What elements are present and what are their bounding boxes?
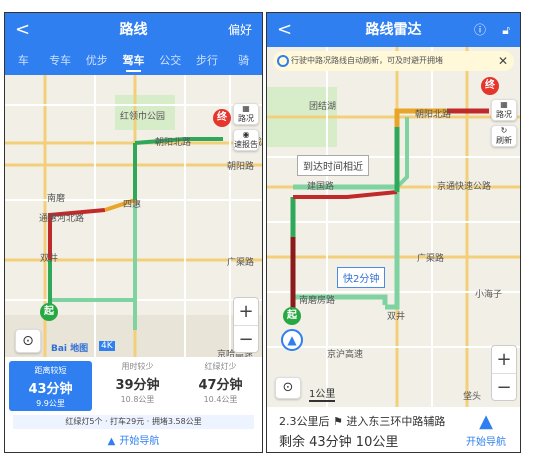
map-label-chaoyang-north: 朝阳北路	[415, 110, 452, 120]
route-option-shortest[interactable]: 距离较短 43分钟 9.9公里	[9, 361, 92, 411]
tab-drive[interactable]: 驾车	[115, 47, 152, 75]
map-label-guangqu: 广渠路	[417, 254, 445, 264]
refresh-icon: ↻	[500, 126, 508, 135]
traffic-toggle[interactable]: ▦ 路况	[233, 103, 259, 125]
locate-icon: ⊙	[282, 380, 294, 395]
report-icon: ◉	[242, 130, 250, 139]
header-bar: < 路线 偏好	[5, 13, 262, 47]
tab-bike[interactable]: 骑	[225, 47, 262, 75]
locate-icon: ⊙	[22, 333, 34, 349]
next-turn-distance: 2.3公里后	[279, 415, 330, 428]
map-label-shuangjing: 双井	[387, 312, 406, 322]
route-time: 43分钟	[28, 382, 73, 397]
navigation-arrow-icon: ▲	[107, 436, 116, 447]
route-time: 47分钟	[198, 378, 243, 393]
traffic-label: 路况	[238, 114, 254, 123]
zoom-control: + −	[233, 297, 259, 353]
map-label-sihui: 四惠	[123, 200, 142, 210]
tab-transit[interactable]: 公交	[152, 47, 189, 75]
next-maneuver: 2.3公里后 ⚑ 进入东三环中路辅路	[279, 413, 445, 429]
map-label-park: 红领巾公园	[120, 112, 166, 122]
map-label-jingtong: 京通快速公路	[437, 182, 492, 192]
baidu-logo: Bai 地图	[51, 344, 89, 354]
map-label-tonghui: 通惠河北路	[39, 214, 85, 224]
route-tag: 红绿灯少	[204, 362, 237, 371]
auto-refresh-banner: 行驶中路况路线自动刷新，可及时避开拥堵 ✕	[273, 51, 514, 71]
map-scale: 1公里	[309, 385, 336, 402]
header-bar: < 路线雷达 ⓘ 🔓︎	[267, 13, 520, 47]
traffic-icon: ▦	[500, 100, 508, 109]
zoom-out-button[interactable]: −	[234, 326, 258, 354]
traffic-toggle[interactable]: ▦ 路况	[491, 99, 517, 121]
close-icon[interactable]: ✕	[498, 51, 508, 71]
transport-tabs: 车 专车 优步 驾车 公交 步行 骑	[5, 47, 262, 75]
route-option-fewest-lights[interactable]: 红绿灯少 47分钟 10.4公里	[179, 357, 262, 415]
navigation-arrow-icon: ▲	[479, 411, 493, 432]
map-label-nanmo: 南磨	[47, 194, 66, 204]
radar-icon	[277, 55, 289, 67]
report-button[interactable]: ◉ 速报告	[233, 129, 259, 151]
start-pin: 起	[283, 307, 301, 325]
route-tag: 用时较少	[121, 362, 154, 371]
route-time: 39分钟	[115, 378, 160, 393]
route-planner-screen: < 路线 偏好 车 专车 优步 驾车 公交 步行 骑 红领巾公园 朝阳北路 朝阳…	[4, 12, 263, 453]
route-distance: 10.4公里	[203, 395, 238, 404]
map-label-jianguo: 建国路	[307, 182, 335, 192]
start-pin: 起	[40, 303, 58, 321]
map-canvas	[267, 47, 520, 407]
map-label-tuanjiehu: 团结湖	[309, 102, 337, 112]
start-navigation-label: 开始导航	[466, 437, 506, 448]
map-label-chaoyang-north: 朝阳北路	[155, 138, 192, 148]
similar-arrival-callout[interactable]: 到达时间相近	[297, 155, 369, 176]
lock-icon[interactable]: 🔓︎	[502, 13, 510, 47]
start-navigation-label: 开始导航	[119, 436, 160, 447]
map-label-wangqiu: 垡头	[463, 392, 482, 402]
route-options: 距离较短 43分钟 9.9公里 用时较少 39分钟 10.8公里 红绿灯少 47…	[5, 357, 262, 415]
zoom-in-button[interactable]: +	[234, 298, 258, 326]
4k-badge: 4K	[99, 341, 115, 351]
route-option-fastest[interactable]: 用时较少 39分钟 10.8公里	[96, 357, 179, 415]
end-pin: 终	[481, 77, 499, 95]
radar-map[interactable]: 团结湖 朝阳北路 建国路 京通快速公路 广渠路 南磨房路 小海子 双井 垡头 京…	[267, 47, 520, 407]
tab-walk[interactable]: 步行	[189, 47, 226, 75]
preferences-button[interactable]: 偏好	[228, 13, 252, 47]
start-navigation-button[interactable]: ▲ 开始导航	[5, 431, 262, 452]
zoom-in-button[interactable]: +	[492, 346, 516, 374]
locate-button[interactable]: ⊙	[15, 329, 41, 353]
locate-button[interactable]: ⊙	[275, 377, 301, 399]
route-tag: 距离较短	[34, 366, 67, 375]
zoom-out-button[interactable]: −	[492, 374, 516, 402]
help-icon[interactable]: ⓘ	[474, 13, 486, 47]
map-label-chaoyang: 朝阳路	[227, 162, 255, 172]
guidance-panel: 2.3公里后 ⚑ 进入东三环中路辅路 剩余 43分钟 10公里 ▲ 开始导航	[267, 407, 520, 452]
route-radar-screen: < 路线雷达 ⓘ 🔓︎ 团结湖 朝阳北路 建国路 京通快速公路 广渠路 南磨房路…	[266, 12, 521, 453]
tab-car[interactable]: 车	[5, 47, 42, 75]
refresh-button[interactable]: ↻ 刷新	[491, 125, 517, 147]
map-label-nanmo: 南磨房路	[299, 296, 336, 306]
traffic-icon: ▦	[242, 104, 250, 113]
next-road-name: 进入东三环中路辅路	[346, 415, 446, 428]
banner-text: 行驶中路况路线自动刷新，可及时避开拥堵	[291, 56, 443, 65]
zoom-control: + −	[491, 345, 517, 401]
faster-route-callout[interactable]: 快2分钟	[337, 267, 386, 288]
map-label-jingjin: 京沪高速	[327, 350, 364, 360]
report-label: 速报告	[234, 140, 258, 149]
page-title: 路线	[119, 22, 148, 38]
turn-flag-icon: ⚑	[333, 415, 347, 428]
route-summary: 红绿灯5个 · 打车29元 · 拥堵3.58公里	[13, 415, 254, 429]
route-distance: 9.9公里	[36, 399, 65, 408]
current-location-icon: ▲	[281, 329, 303, 351]
traffic-label: 路况	[496, 110, 512, 119]
route-map[interactable]: 红领巾公园 朝阳北路 朝阳路 南磨 四惠 通惠河北路 广渠路 双井 京哈高速 成…	[5, 75, 262, 357]
route-distance: 10.8公里	[120, 395, 155, 404]
tab-uber[interactable]: 优步	[78, 47, 115, 75]
map-label-guangqu: 广渠路	[227, 258, 255, 268]
end-pin: 终	[213, 109, 231, 127]
map-label-shuangjing: 双井	[40, 254, 59, 264]
remaining-summary: 剩余 43分钟 10公里	[279, 435, 399, 450]
map-label-xiaohaizi: 小海子	[475, 290, 503, 300]
tab-private-car[interactable]: 专车	[42, 47, 79, 75]
start-navigation-button[interactable]: ▲ 开始导航	[460, 411, 512, 448]
refresh-label: 刷新	[496, 136, 512, 145]
